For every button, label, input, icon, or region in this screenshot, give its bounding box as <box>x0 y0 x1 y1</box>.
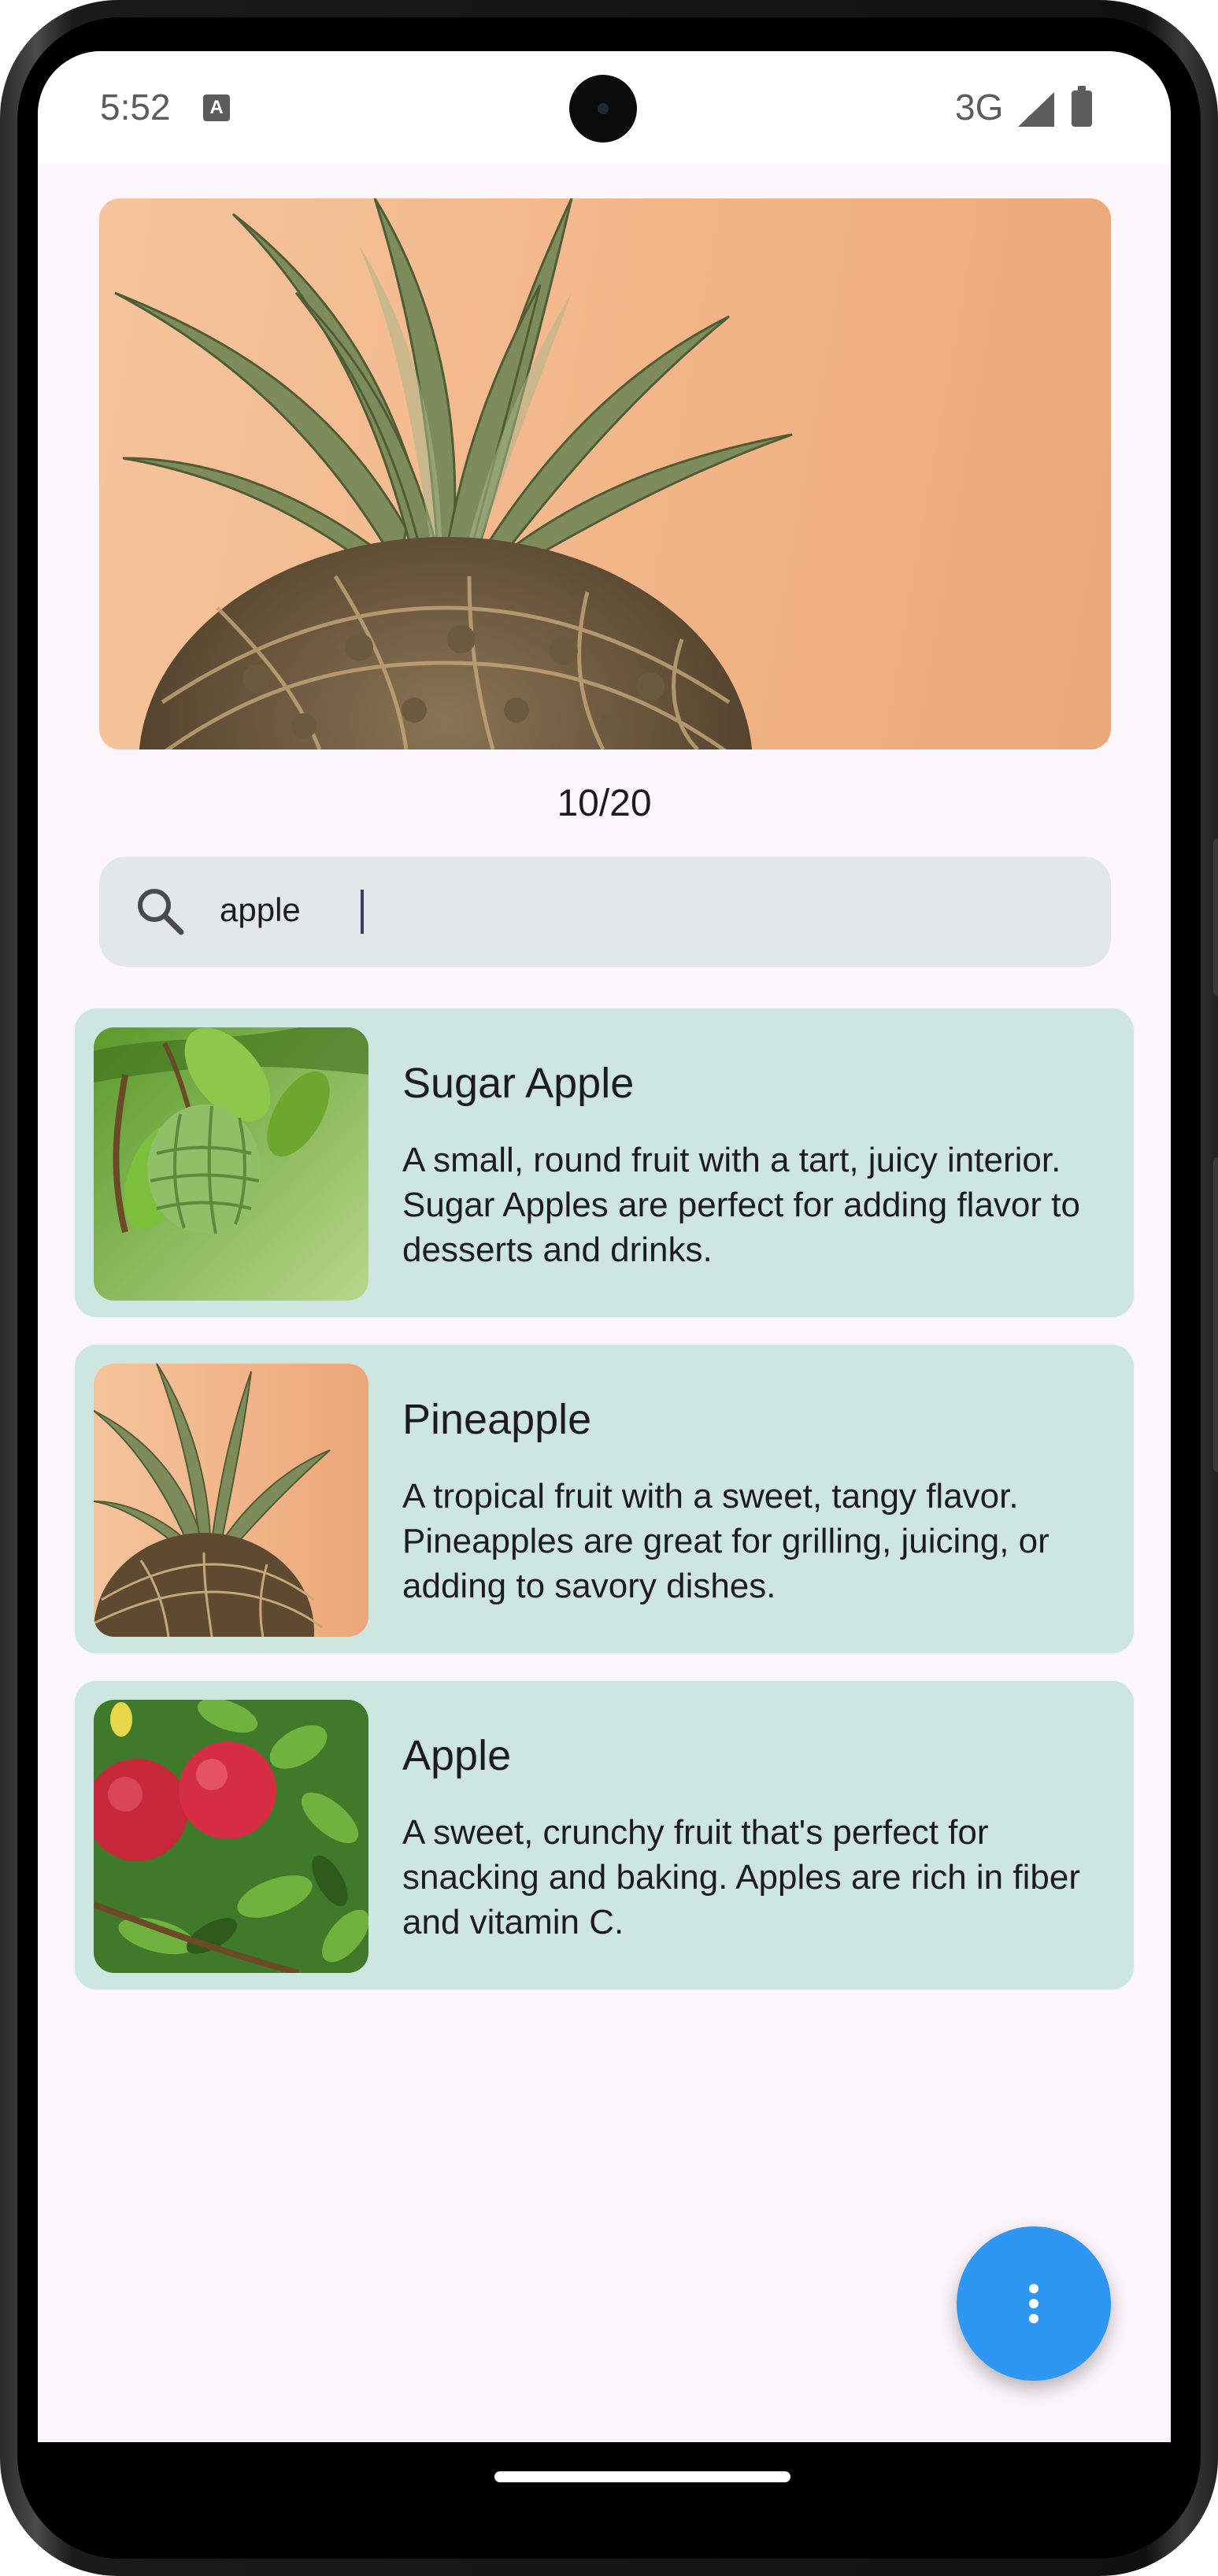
pineapple-image <box>94 1364 368 1637</box>
more-options-fab[interactable] <box>957 2226 1111 2381</box>
battery-icon <box>1072 86 1092 127</box>
apple-image <box>94 1700 368 1973</box>
card-description: A tropical fruit with a sweet, tangy fla… <box>402 1477 1050 1605</box>
volume-button <box>1213 838 1218 996</box>
result-card-apple[interactable]: Apple A sweet, crunchy fruit that's perf… <box>75 1681 1134 1989</box>
navigation-bar <box>38 2442 1171 2511</box>
hero-image[interactable] <box>99 198 1111 749</box>
card-description: A small, round fruit with a tart, juicy … <box>402 1141 1080 1269</box>
network-type: 3G <box>955 87 1004 128</box>
search-input[interactable]: apple <box>220 891 301 929</box>
text-cursor <box>361 890 364 934</box>
notification-icon: A <box>203 94 230 121</box>
search-icon[interactable] <box>132 883 189 940</box>
page-counter: 10/20 <box>557 783 652 824</box>
search-bar[interactable]: apple <box>99 857 1111 967</box>
card-title: Apple <box>402 1732 512 1779</box>
home-gesture-handle[interactable] <box>494 2471 790 2482</box>
sugar-apple-image <box>94 1027 368 1301</box>
result-card-sugar-apple[interactable]: Sugar Apple A small, round fruit with a … <box>75 1009 1134 1317</box>
card-description: A sweet, crunchy fruit that's perfect fo… <box>402 1813 1080 1941</box>
power-button <box>1213 1157 1218 1472</box>
status-time: 5:52 <box>100 87 171 128</box>
signal-icon <box>1018 92 1054 127</box>
status-bar: 5:52 A 3G <box>38 51 1171 164</box>
front-camera <box>569 75 637 142</box>
more-vert-icon <box>1029 2284 1038 2293</box>
result-card-pineapple[interactable]: Pineapple A tropical fruit with a sweet,… <box>75 1345 1134 1653</box>
app-screen: 5:52 A 3G 10/20 apple Sugar Apple A smal… <box>38 51 1171 2511</box>
card-title: Sugar Apple <box>402 1060 635 1107</box>
pineapple-illustration <box>114 198 793 749</box>
card-title: Pineapple <box>402 1396 592 1443</box>
